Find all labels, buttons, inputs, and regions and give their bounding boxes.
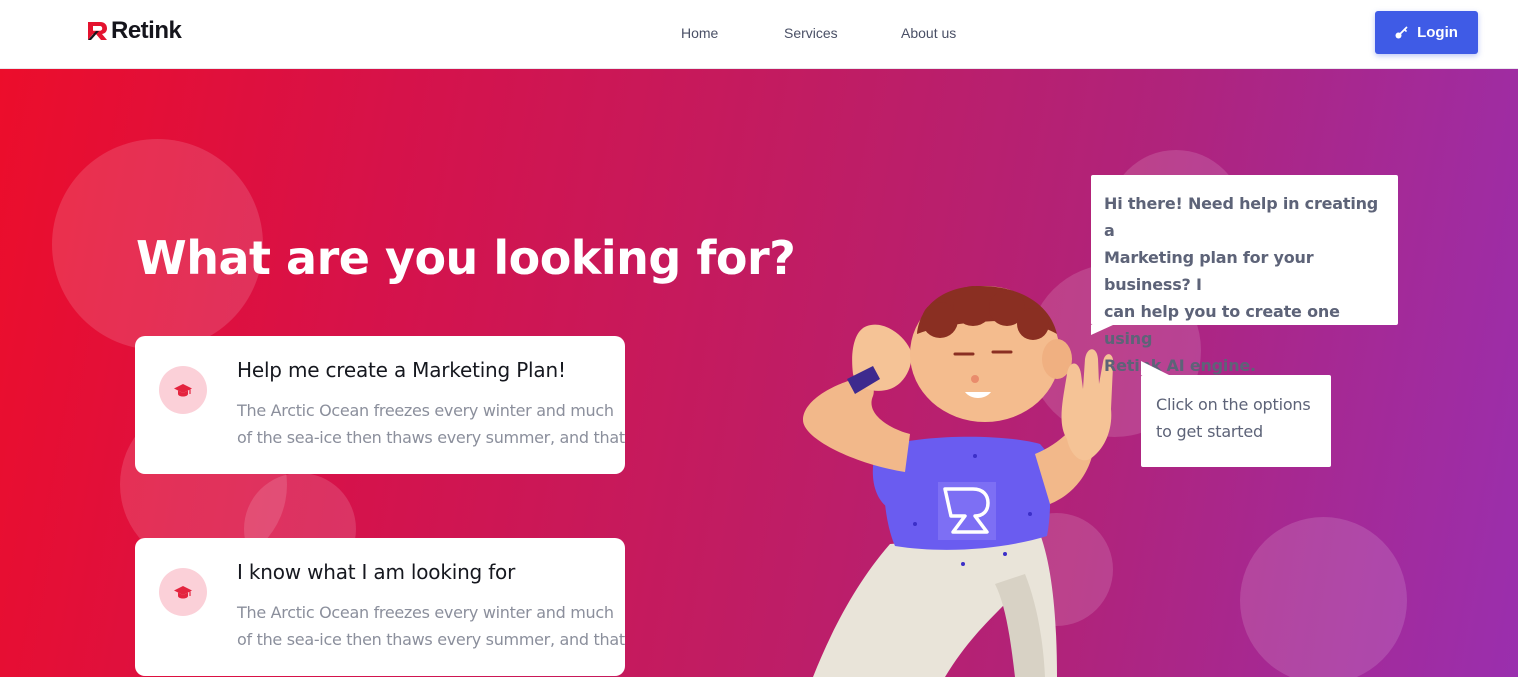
card-description-line: The Arctic Ocean freezes every winter an…: [237, 401, 614, 420]
main-nav: Home Services About us: [0, 24, 1518, 44]
decor-bubble: [1240, 517, 1407, 677]
hero-title: What are you looking for?: [136, 231, 796, 285]
card-description: The Arctic Ocean freezes every winter an…: [237, 397, 625, 451]
speech-tail: [1141, 361, 1169, 375]
top-navbar: Retink Home Services About us Login: [0, 0, 1518, 69]
nav-link-home[interactable]: Home: [681, 24, 718, 42]
card-description-line: The Arctic Ocean freezes every winter an…: [237, 603, 614, 622]
card-title: I know what I am looking for: [237, 560, 516, 584]
card-description-line: of the sea-ice then thaws every summer, …: [237, 630, 625, 649]
graduation-cap-icon: [174, 384, 192, 397]
login-label: Login: [1417, 24, 1458, 41]
speech-text: Click on the options to get started: [1156, 391, 1326, 445]
nav-link-about-us[interactable]: About us: [901, 24, 956, 42]
icon-badge: [159, 568, 207, 616]
speech-line: can help you to create one using: [1104, 302, 1340, 348]
assistant-speech-bubble: Hi there! Need help in creating a Market…: [1091, 175, 1398, 375]
option-card-marketing-plan[interactable]: Help me create a Marketing Plan! The Arc…: [135, 336, 625, 474]
speech-line: to get started: [1156, 422, 1263, 441]
nav-link-services[interactable]: Services: [784, 24, 838, 42]
speech-tail: [1091, 325, 1113, 335]
mascot-illustration: [803, 286, 1114, 677]
speech-line: Hi there! Need help in creating a: [1104, 194, 1379, 240]
card-description-line: of the sea-ice then thaws every summer, …: [237, 428, 625, 447]
hint-speech-bubble: Click on the options to get started: [1141, 361, 1331, 467]
icon-badge: [159, 366, 207, 414]
speech-line: Marketing plan for your business? I: [1104, 248, 1314, 294]
login-button[interactable]: Login: [1375, 11, 1478, 54]
card-description: The Arctic Ocean freezes every winter an…: [237, 599, 625, 653]
hero-section: What are you looking for? Help me create…: [0, 69, 1518, 677]
speech-line: Click on the options: [1156, 395, 1311, 414]
speech-text: Hi there! Need help in creating a Market…: [1104, 190, 1389, 379]
option-card-know-what-looking-for[interactable]: I know what I am looking for The Arctic …: [135, 538, 625, 676]
key-icon: [1395, 26, 1408, 39]
graduation-cap-icon: [174, 586, 192, 599]
card-title: Help me create a Marketing Plan!: [237, 358, 566, 382]
